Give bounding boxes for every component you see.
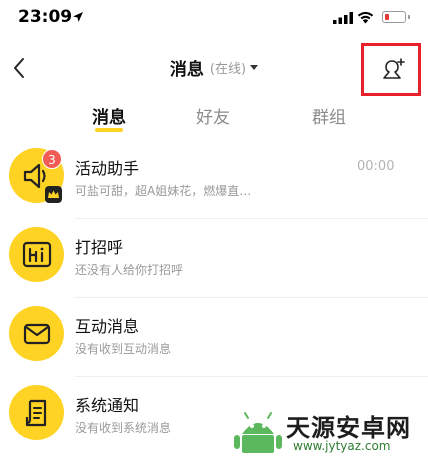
- list-item-subtitle: 可盐可甜，超A姐妹花，燃爆直…: [75, 184, 252, 198]
- avatar: [9, 227, 64, 282]
- page-title: 消息: [169, 60, 204, 80]
- list-item-subtitle: 没有收到互动消息: [75, 342, 172, 356]
- avatar: [9, 306, 64, 361]
- document-icon: [25, 399, 47, 427]
- online-status: (在线): [209, 62, 247, 77]
- wifi-icon: [357, 11, 374, 24]
- list-item-time: 00:00: [357, 159, 395, 174]
- battery-low-icon: [382, 11, 410, 23]
- signal-icon: [333, 12, 353, 24]
- watermark: 天源安卓网 www.jytyaz.com: [230, 408, 428, 457]
- tab-groups[interactable]: 群组: [289, 103, 369, 128]
- list-item-title: 系统通知: [75, 396, 140, 415]
- list-item-title: 打招呼: [75, 238, 124, 257]
- hi-icon: [22, 241, 52, 268]
- tab-messages[interactable]: 消息: [69, 103, 149, 128]
- tab-friends[interactable]: 好友: [173, 103, 253, 128]
- watermark-url: www.jytyaz.com: [293, 439, 391, 453]
- messages-screen: 23:09 消息 (在线) 消息 好友 群组 3 活动助手 可盐可甜，超A姐妹花…: [0, 0, 428, 457]
- list-item-title: 互动消息: [75, 317, 140, 336]
- status-dropdown[interactable]: 消息 (在线): [169, 55, 259, 80]
- add-friend-button[interactable]: [361, 43, 421, 96]
- active-tab-indicator: [95, 128, 123, 132]
- watermark-brand: 天源安卓网: [286, 414, 411, 442]
- status-bar: 23:09: [0, 0, 428, 36]
- envelope-icon: [23, 323, 51, 345]
- unread-badge: 3: [42, 149, 62, 169]
- location-arrow-icon: [73, 12, 83, 22]
- crown-icon: [45, 186, 62, 203]
- list-item-greetings[interactable]: 打招呼 还没有人给你打招呼: [0, 219, 428, 298]
- android-logo-icon: [234, 412, 282, 453]
- status-time: 23:09: [18, 7, 73, 27]
- list-item-subtitle: 没有收到系统消息: [75, 421, 172, 435]
- list-item-interactions[interactable]: 互动消息 没有收到互动消息: [0, 298, 428, 377]
- add-user-icon: [383, 58, 405, 79]
- list-item-title: 活动助手: [75, 159, 140, 178]
- tab-bar: 消息 好友 群组: [0, 103, 428, 133]
- list-item-activity-assistant[interactable]: 3 活动助手 可盐可甜，超A姐妹花，燃爆直… 00:00: [0, 140, 428, 219]
- caret-down-icon: [250, 65, 259, 70]
- list-item-subtitle: 还没有人给你打招呼: [75, 263, 184, 277]
- avatar: [9, 385, 64, 440]
